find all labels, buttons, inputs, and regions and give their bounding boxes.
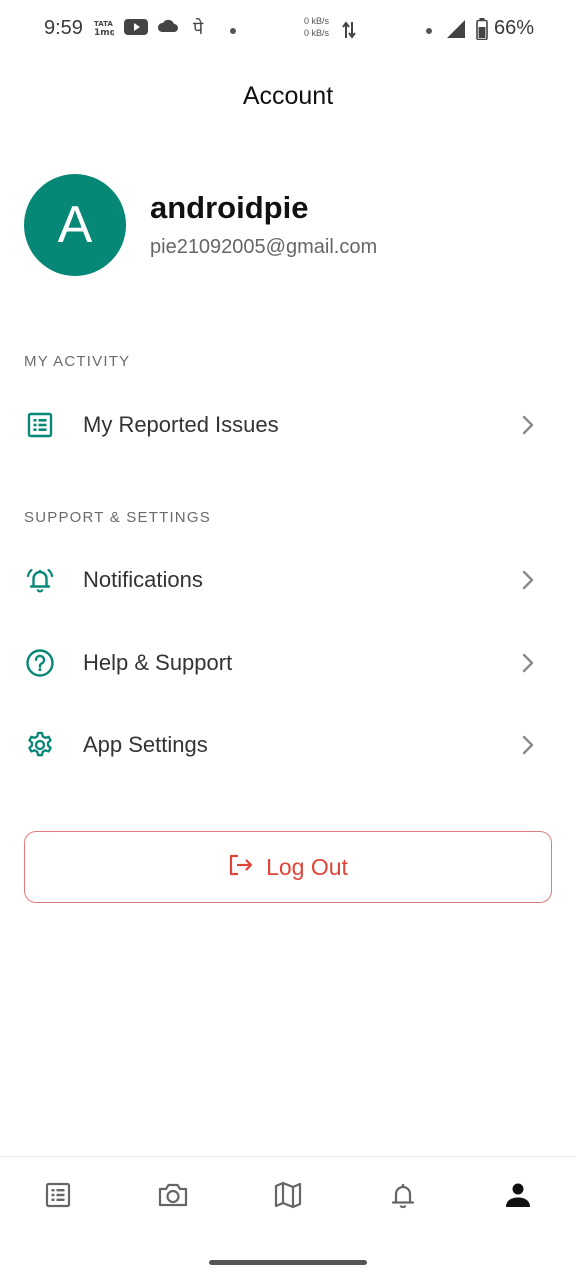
user-name: androidpie [150, 190, 309, 225]
chevron-right-icon [518, 651, 538, 675]
bell-ringing-icon [24, 564, 56, 596]
nav-item-camera[interactable] [153, 1179, 193, 1215]
nav-item-map[interactable] [268, 1179, 308, 1215]
battery-percent: 66% [494, 17, 535, 39]
network-speed: 0 kB/s 0 kB/s [304, 15, 329, 39]
net-up-speed: 0 kB/s [304, 16, 330, 26]
home-indicator[interactable] [209, 1260, 367, 1265]
signal-icon [446, 19, 466, 39]
chevron-right-icon [518, 733, 538, 757]
menu-item-my-reported-issues[interactable]: My Reported Issues [0, 388, 576, 462]
list-icon [24, 409, 56, 441]
svg-text:1mg: 1mg [94, 28, 114, 36]
avatar-letter: A [57, 196, 93, 254]
section-title-support-settings: SUPPORT & SETTINGS [24, 509, 211, 526]
menu-item-label: App Settings [83, 732, 208, 757]
help-circle-icon [24, 647, 56, 679]
notification-dot-icon [230, 28, 236, 34]
list-icon [44, 1181, 72, 1214]
menu-item-app-settings[interactable]: App Settings [0, 708, 576, 782]
status-bar: 9:59 TATA 1mg पे 0 kB/s 0 kB/s 66% [0, 0, 576, 60]
nav-item-account[interactable] [498, 1179, 538, 1215]
svg-text:पे: पे [193, 18, 204, 38]
cloud-icon [157, 18, 179, 34]
status-time: 9:59 [44, 17, 83, 39]
logout-icon [228, 853, 254, 882]
status-dot-icon [426, 28, 432, 34]
section-title-my-activity: MY ACTIVITY [24, 353, 131, 370]
menu-item-label: Notifications [83, 567, 203, 592]
logout-button[interactable]: Log Out [24, 831, 552, 903]
menu-item-label: My Reported Issues [83, 412, 279, 437]
battery-icon [476, 18, 488, 40]
camera-icon [157, 1181, 189, 1214]
chevron-right-icon [518, 413, 538, 437]
user-email: pie21092005@gmail.com [150, 236, 378, 258]
data-transfer-icon [342, 20, 356, 40]
avatar: A [24, 174, 126, 276]
page-title: Account [242, 82, 334, 110]
bell-icon [389, 1180, 417, 1215]
logout-label: Log Out [266, 853, 348, 880]
map-icon [273, 1180, 303, 1215]
phonepe-icon: पे [192, 18, 210, 38]
svg-text:TATA: TATA [94, 20, 113, 28]
menu-item-notifications[interactable]: Notifications [0, 543, 576, 617]
youtube-icon [124, 18, 148, 36]
nav-item-notifications[interactable] [383, 1179, 423, 1215]
nav-item-reports[interactable] [38, 1179, 78, 1215]
person-icon [504, 1181, 532, 1214]
bottom-navigation [0, 1156, 576, 1236]
gear-icon [24, 729, 56, 761]
net-down-speed: 0 kB/s [304, 28, 330, 38]
tata-1mg-icon: TATA 1mg [94, 18, 114, 36]
menu-item-label: Help & Support [83, 650, 233, 675]
menu-item-help-support[interactable]: Help & Support [0, 626, 576, 700]
chevron-right-icon [518, 568, 538, 592]
